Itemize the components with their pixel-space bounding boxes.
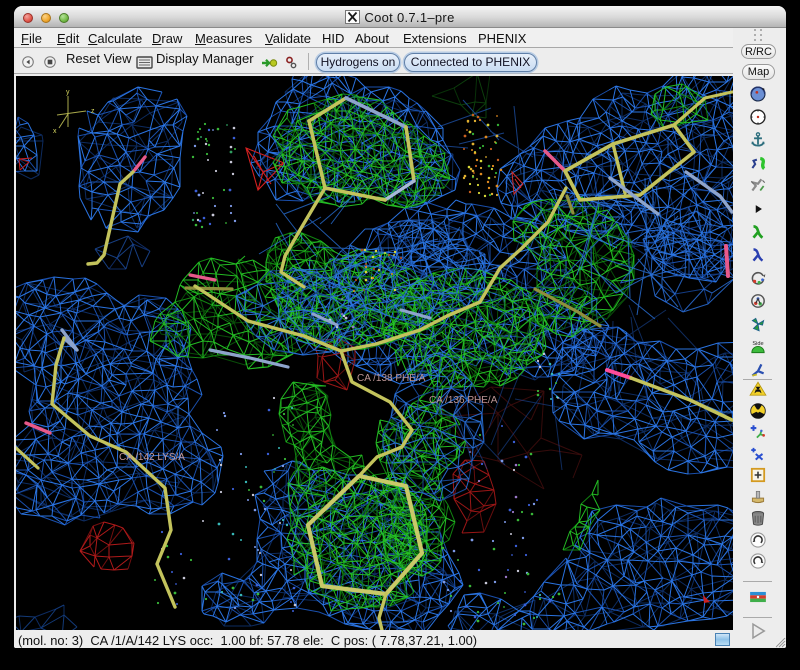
svg-text:CA /136 PHE/A: CA /136 PHE/A (429, 395, 498, 406)
svg-text:Side: Side (752, 341, 763, 347)
svg-text:y: y (66, 89, 70, 96)
svg-text:x: x (53, 128, 57, 135)
svg-text:CA /138 PHE/A: CA /138 PHE/A (357, 373, 426, 384)
svg-text:z: z (91, 108, 95, 115)
svg-text:CA /142 LYS/A: CA /142 LYS/A (119, 452, 185, 463)
